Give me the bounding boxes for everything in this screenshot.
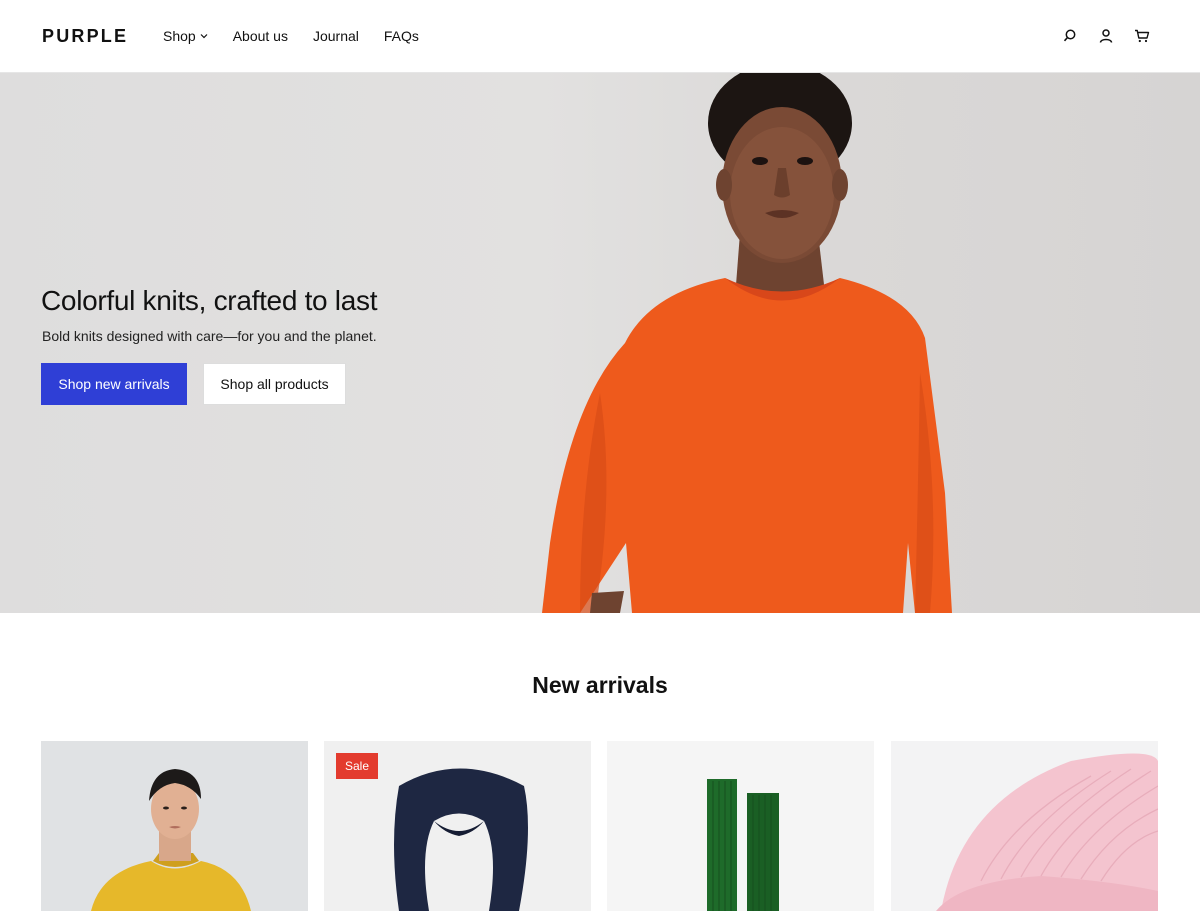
product-image-green-socks bbox=[607, 741, 874, 911]
site-header: PURPLE Shop About us Journal FAQs bbox=[0, 0, 1200, 73]
shop-new-arrivals-button[interactable]: Shop new arrivals bbox=[41, 363, 187, 405]
nav-item-label: Shop bbox=[163, 28, 196, 44]
sale-badge: Sale bbox=[336, 753, 379, 779]
account-icon[interactable] bbox=[1098, 27, 1114, 45]
product-grid: Sale bbox=[41, 741, 1159, 911]
nav-item-shop[interactable]: Shop bbox=[163, 28, 208, 44]
header-actions bbox=[1062, 27, 1150, 45]
product-image-yellow-sweater bbox=[41, 741, 308, 911]
product-card[interactable] bbox=[41, 741, 308, 911]
nav-item-label: About us bbox=[232, 28, 288, 44]
hero-banner: Colorful knits, crafted to last Bold kni… bbox=[0, 73, 1200, 613]
hero-subtitle: Bold knits designed with care—for you an… bbox=[42, 328, 377, 344]
brand-logo[interactable]: PURPLE bbox=[42, 26, 128, 47]
nav-item-about-us[interactable]: About us bbox=[233, 28, 288, 44]
hero-model-image bbox=[542, 73, 952, 613]
search-icon[interactable] bbox=[1062, 27, 1078, 45]
hero-title: Colorful knits, crafted to last bbox=[41, 285, 378, 316]
nav-item-faqs[interactable]: FAQs bbox=[384, 28, 419, 44]
product-card[interactable] bbox=[607, 741, 874, 911]
cart-icon[interactable] bbox=[1134, 27, 1150, 45]
product-card[interactable] bbox=[891, 741, 1158, 911]
nav-item-label: Journal bbox=[312, 28, 359, 44]
product-card[interactable]: Sale bbox=[324, 741, 591, 911]
nav-item-label: FAQs bbox=[383, 28, 419, 44]
main-nav: Shop About us Journal FAQs bbox=[163, 28, 444, 44]
new-arrivals-title: New arrivals bbox=[532, 672, 668, 698]
shop-all-products-button[interactable]: Shop all products bbox=[203, 363, 346, 405]
chevron-down-icon bbox=[200, 34, 208, 39]
nav-item-journal[interactable]: Journal bbox=[313, 28, 359, 44]
product-image-pink-beanie bbox=[891, 741, 1158, 911]
